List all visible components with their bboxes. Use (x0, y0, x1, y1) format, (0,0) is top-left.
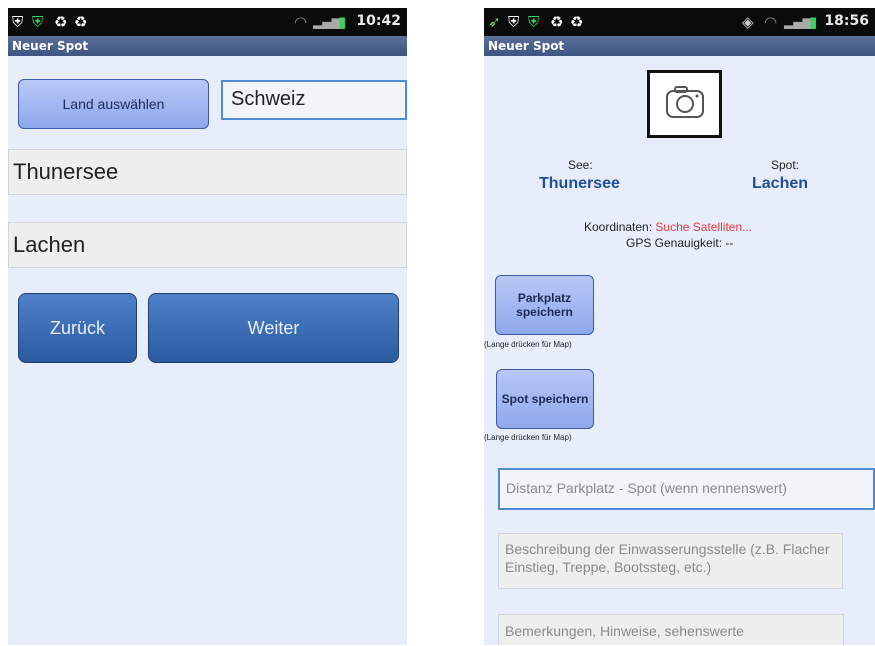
recycle-icon: ♻ (550, 13, 564, 31)
coordinates-label: Koordinaten: (584, 220, 653, 234)
entry-placeholder: Beschreibung der Einwasserungsstelle (z.… (505, 541, 830, 575)
shield-icon: ⛨ (508, 13, 520, 31)
status-bar: ⛨ ⛨ ♻ ♻ ◠ ▂▄▆ ▮ 10:42 (8, 8, 407, 36)
spot-hint: (Lange drücken für Map) (484, 433, 572, 442)
gps-accuracy: GPS Genauigkeit: -- (626, 236, 734, 250)
coordinates-value: Suche Satelliten... (655, 220, 753, 234)
status-time: 10:42 (356, 13, 401, 29)
screen-step2: ➶ ⛨ ⛨ ♻ ♻ ◈ ◠ ▂▄▆ ▮ 18:56 Neuer Spot See… (484, 8, 875, 645)
gps-icon: ◈ (742, 13, 754, 31)
battery-icon: ▮ (338, 13, 347, 31)
save-parking-button[interactable]: Parkplatz speichern (495, 275, 594, 335)
spot-field[interactable]: Lachen (8, 222, 407, 268)
location-icon: ➶ (488, 13, 501, 31)
lake-field[interactable]: Thunersee (8, 149, 407, 195)
camera-button[interactable] (647, 70, 722, 138)
save-spot-button[interactable]: Spot speichern (496, 369, 594, 429)
next-button[interactable]: Weiter (148, 293, 399, 363)
shield-icon: ⛨ (12, 13, 24, 31)
notes-placeholder: Bemerkungen, Hinweise, sehenswerte (505, 623, 744, 639)
signal-icon: ▂▄▆ (313, 15, 341, 29)
lake-label: See: (568, 158, 593, 172)
lake-value: Thunersee (539, 175, 620, 192)
recycle-icon: ♻ (54, 13, 68, 31)
distance-input[interactable]: Distanz Parkplatz - Spot (wenn nennenswe… (498, 468, 875, 510)
coordinates-row: Koordinaten: Suche Satelliten... (584, 220, 752, 234)
back-button[interactable]: Zurück (18, 293, 137, 363)
camera-icon (666, 86, 704, 118)
battery-icon: ▮ (809, 13, 818, 31)
country-field[interactable]: Schweiz (221, 80, 407, 120)
signal-icon: ▂▄▆ (784, 15, 812, 29)
shield-check-icon: ⛨ (528, 13, 540, 31)
select-country-button[interactable]: Land auswählen (18, 79, 209, 129)
spot-value: Lachen (752, 175, 809, 192)
recycle-icon: ♻ (570, 13, 584, 31)
status-time: 18:56 (824, 13, 869, 29)
status-bar: ➶ ⛨ ⛨ ♻ ♻ ◈ ◠ ▂▄▆ ▮ 18:56 (484, 8, 875, 36)
notes-input[interactable]: Bemerkungen, Hinweise, sehenswerte (498, 614, 844, 645)
screen-step1: ⛨ ⛨ ♻ ♻ ◠ ▂▄▆ ▮ 10:42 Neuer Spot Land au… (8, 8, 407, 645)
shield-check-icon: ⛨ (32, 13, 44, 31)
app-title: Neuer Spot (484, 36, 875, 56)
wifi-icon: ◠ (294, 13, 308, 31)
distance-placeholder: Distanz Parkplatz - Spot (wenn nennenswe… (506, 480, 787, 496)
recycle-icon: ♻ (74, 13, 88, 31)
app-title: Neuer Spot (8, 36, 407, 56)
parking-hint: (Lange drücken für Map) (484, 340, 572, 349)
entry-description-input[interactable]: Beschreibung der Einwasserungsstelle (z.… (498, 533, 843, 589)
wifi-icon: ◠ (764, 13, 778, 31)
spot-label: Spot: (771, 158, 800, 172)
